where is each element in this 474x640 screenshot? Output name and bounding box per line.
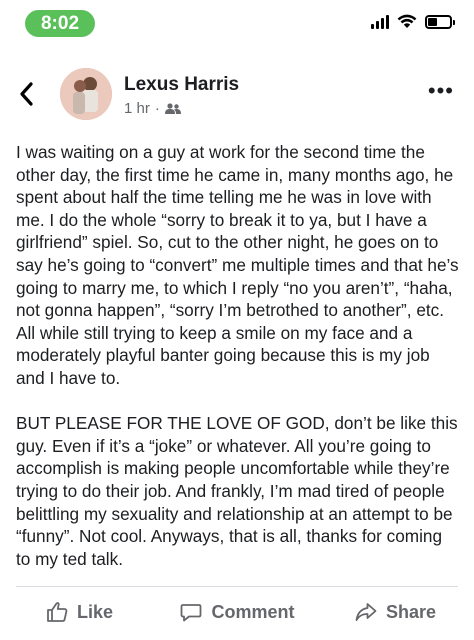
post-timestamp[interactable]: 1 hr	[124, 100, 150, 117]
share-button[interactable]: Share	[316, 595, 474, 629]
post-header: Lexus Harris 1 hr · •••	[0, 64, 474, 128]
status-bar: 8:02	[0, 0, 474, 44]
like-button[interactable]: Like	[0, 595, 158, 629]
status-icons	[371, 14, 455, 29]
share-arrow-icon	[355, 603, 377, 621]
like-label: Like	[76, 601, 114, 622]
post-paragraph: BUT PLEASE FOR THE LOVE OF GOD, don’t be…	[16, 413, 458, 569]
back-chevron-icon[interactable]	[16, 80, 42, 110]
avatar[interactable]	[60, 68, 112, 120]
actions-divider	[16, 586, 458, 587]
share-label: Share	[385, 601, 437, 622]
post-meta: 1 hr ·	[124, 100, 181, 117]
wifi-icon	[397, 14, 417, 28]
comment-button[interactable]: Comment	[158, 595, 316, 629]
more-options-icon[interactable]: •••	[428, 80, 454, 102]
post-actions: Like Comment Share	[0, 595, 474, 629]
post-paragraph: I was waiting on a guy at work for the s…	[16, 142, 459, 388]
friends-icon	[164, 102, 181, 114]
cellular-signal-icon	[371, 14, 389, 29]
comment-label: Comment	[211, 601, 295, 622]
post-body: I was waiting on a guy at work for the s…	[16, 141, 460, 593]
status-time: 8:02	[25, 10, 95, 37]
author-name[interactable]: Lexus Harris	[124, 74, 239, 96]
battery-icon	[425, 14, 455, 29]
meta-separator: ·	[154, 100, 160, 117]
thumbs-up-icon	[47, 602, 68, 622]
comment-icon	[181, 604, 202, 622]
